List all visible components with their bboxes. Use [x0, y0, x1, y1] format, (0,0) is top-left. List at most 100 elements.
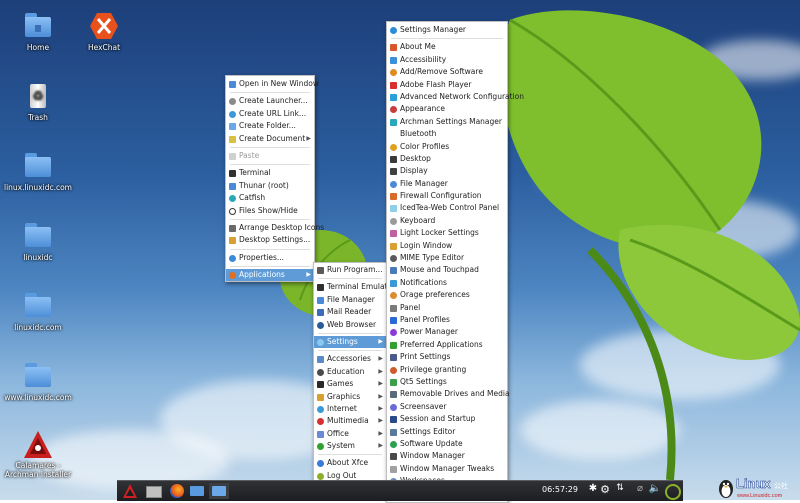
menu-item-settings-mime-type-editor[interactable]: MIME Type Editor: [387, 252, 507, 264]
settings-app-icon: [390, 27, 397, 34]
menu-item-settings-display[interactable]: Display: [387, 165, 507, 177]
menu-item-create-folder[interactable]: Create Folder...: [226, 120, 314, 132]
firefox-launcher[interactable]: [169, 483, 185, 499]
menu-item-settings-settings-manager[interactable]: Settings Manager: [387, 24, 507, 36]
menu-item-settings[interactable]: Settings ▶: [314, 335, 386, 349]
menu-item-settings-window-manager[interactable]: Window Manager: [387, 450, 507, 462]
menu-item-settings-keyboard[interactable]: Keyboard: [387, 215, 507, 227]
menu-item-settings-print-settings[interactable]: Print Settings: [387, 351, 507, 363]
folder-desktop-icon[interactable]: linux.linuxidc.com: [0, 152, 78, 192]
settings-gear-icon[interactable]: ⚙: [597, 483, 613, 499]
menu-item-accessories[interactable]: Accessories ▶: [314, 353, 386, 365]
settings-app-icon: [390, 391, 397, 399]
menu-item-settings-accessibility[interactable]: Accessibility: [387, 54, 507, 66]
menu-item-settings-light-locker-settings[interactable]: Light Locker Settings: [387, 227, 507, 239]
volume-icon[interactable]: 🔈: [647, 483, 663, 499]
menu-item-settings-about-me[interactable]: About Me: [387, 41, 507, 53]
system-icon: [317, 443, 324, 451]
menu-item-settings-power-manager[interactable]: Power Manager: [387, 326, 507, 338]
folder-desktop-icon[interactable]: www.linuxidc.com: [0, 362, 78, 402]
menu-item-games[interactable]: Games ▶: [314, 378, 386, 390]
settings-submenu: Settings Manager About Me Accessibility Add…: [386, 21, 524, 503]
menu-item-create-document[interactable]: Create Document ▶: [226, 133, 314, 145]
settings-app-icon: [390, 193, 397, 201]
menu-item-applications[interactable]: Applications ▶: [226, 269, 314, 282]
menu-item-thunar-root[interactable]: Thunar (root): [226, 180, 314, 192]
menu-item-settings-firewall-configuration[interactable]: Firewall Configuration: [387, 190, 507, 202]
menu-item-web-browser[interactable]: Web Browser: [314, 319, 386, 331]
menu-item-settings-settings-editor[interactable]: Settings Editor: [387, 426, 507, 438]
menu-item-settings-preferred-applications[interactable]: Preferred Applications: [387, 339, 507, 351]
chevron-right-icon: ▶: [306, 134, 311, 142]
menu-item-settings-add-remove-software[interactable]: Add/Remove Software: [387, 66, 507, 78]
menu-item-internet[interactable]: Internet ▶: [314, 403, 386, 415]
menu-item-terminal[interactable]: Terminal: [226, 167, 314, 179]
menu-item-open-new-window[interactable]: Open in New Window: [226, 78, 319, 90]
show-desktop-button[interactable]: [145, 483, 162, 499]
chevron-right-icon: ▶: [378, 442, 383, 450]
calamares-desktop-icon[interactable]: Calamares - Archman Installer: [0, 430, 78, 479]
file-manager-launcher[interactable]: [189, 483, 205, 499]
menu-item-file-manager[interactable]: File Manager: [314, 294, 386, 306]
menu-item-settings-bluetooth[interactable]: Bluetooth: [387, 128, 507, 140]
archman-menu-button[interactable]: [122, 483, 138, 499]
menu-item-multimedia[interactable]: Multimedia ▶: [314, 415, 386, 427]
menu-item-settings-privilege-granting[interactable]: Privilege granting: [387, 364, 507, 376]
menu-item-settings-archman-settings-manager[interactable]: Archman Settings Manager: [387, 116, 507, 128]
hexchat-desktop-icon[interactable]: HexChat: [64, 12, 144, 52]
menu-item-desktop-settings[interactable]: Desktop Settings...: [226, 234, 314, 246]
menu-item-files-show-hide[interactable]: Files Show/Hide: [226, 205, 314, 217]
menu-item-settings-advanced-network-configuration[interactable]: Advanced Network Configuration: [387, 91, 524, 103]
menu-item-settings-panel-profiles[interactable]: Panel Profiles: [387, 314, 507, 326]
taskbar: 06:57:29 ✱ ⚙ ⇅ ⌀ 🔈: [117, 480, 683, 501]
menu-item-settings-removable-drives-and-media[interactable]: Removable Drives and Media: [387, 388, 510, 400]
menu-item-settings-screensaver[interactable]: Screensaver: [387, 401, 507, 413]
menu-separator: [230, 92, 310, 94]
menu-item-terminal-emulator[interactable]: Terminal Emulator: [314, 281, 395, 293]
menu-item-create-url-link[interactable]: Create URL Link...: [226, 108, 314, 120]
menu-item-settings-appearance[interactable]: Appearance: [387, 103, 507, 115]
folder-desktop-icon[interactable]: linuxidc: [0, 222, 78, 262]
menu-item-properties[interactable]: Properties...: [226, 252, 314, 264]
folder-desktop-icon[interactable]: linuxidc.com: [0, 292, 78, 332]
menu-item-settings-color-profiles[interactable]: Color Profiles: [387, 141, 507, 153]
menu-item-create-launcher[interactable]: Create Launcher...: [226, 95, 314, 107]
menu-item-settings-panel[interactable]: Panel: [387, 302, 507, 314]
settings-app-icon: [390, 205, 397, 213]
menu-item-settings-login-window[interactable]: Login Window: [387, 240, 507, 252]
menu-item-settings-icedtea-web-control-panel[interactable]: IcedTea-Web Control Panel: [387, 202, 507, 214]
folder-icon: [23, 292, 53, 320]
menu-item-settings-software-update[interactable]: Software Update: [387, 438, 507, 450]
folder-icon: [229, 182, 236, 190]
menu-item-catfish[interactable]: Catfish: [226, 192, 314, 204]
power-button[interactable]: [664, 483, 681, 500]
menu-item-settings-mouse-and-touchpad[interactable]: Mouse and Touchpad: [387, 264, 507, 276]
menu-item-run-program[interactable]: Run Program...: [314, 264, 386, 276]
desktop-icon-label: Home: [26, 43, 50, 52]
clock[interactable]: 06:57:29: [542, 485, 578, 494]
network-icon[interactable]: ⇅: [612, 483, 628, 499]
menu-item-settings-desktop[interactable]: Desktop: [387, 153, 507, 165]
menu-separator: [318, 278, 382, 280]
menu-item-settings-orage-preferences[interactable]: Orage preferences: [387, 289, 507, 301]
open-folder-task[interactable]: [209, 483, 229, 499]
settings-app-icon: [390, 44, 397, 52]
menu-item-arrange-icons[interactable]: Arrange Desktop Icons: [226, 222, 324, 234]
menu-item-education[interactable]: Education ▶: [314, 366, 386, 378]
settings-app-icon: [390, 341, 397, 349]
menu-item-settings-session-and-startup[interactable]: Session and Startup: [387, 413, 507, 425]
menu-item-settings-notifications[interactable]: Notifications: [387, 277, 507, 289]
menu-item-settings-adobe-flash-player[interactable]: Adobe Flash Player: [387, 79, 507, 91]
menu-item-office[interactable]: Office ▶: [314, 428, 386, 440]
menu-item-graphics[interactable]: Graphics ▶: [314, 391, 386, 403]
settings-app-icon: [390, 366, 397, 374]
menu-item-about-xfce[interactable]: About Xfce: [314, 457, 386, 469]
menu-item-settings-window-manager-tweaks[interactable]: Window Manager Tweaks: [387, 463, 507, 475]
trash-desktop-icon[interactable]: ♻ Trash: [0, 82, 78, 122]
menu-item-settings-qt5-settings[interactable]: Qt5 Settings: [387, 376, 507, 388]
menu-separator: [318, 350, 382, 352]
menu-item-mail-reader[interactable]: Mail Reader: [314, 306, 386, 318]
menu-item-settings-file-manager[interactable]: File Manager: [387, 178, 507, 190]
notifications-off-icon[interactable]: ⌀: [632, 483, 648, 499]
menu-item-system[interactable]: System ▶: [314, 440, 386, 452]
